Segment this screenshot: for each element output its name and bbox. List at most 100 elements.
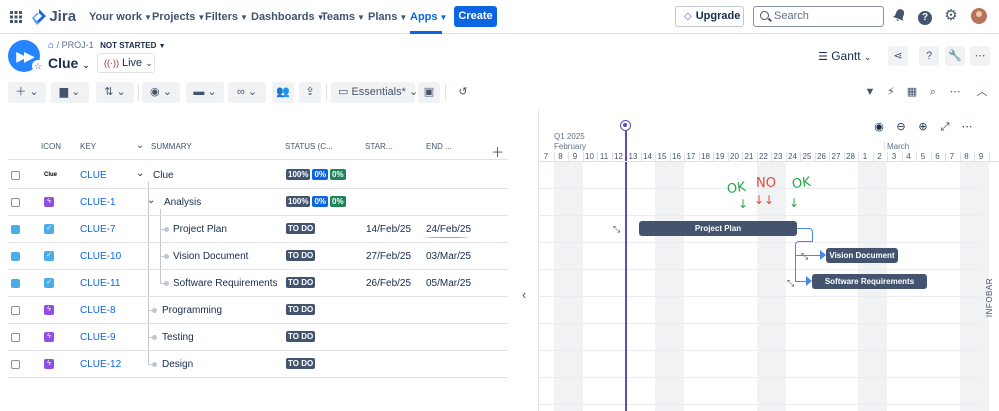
start-date[interactable]: 27/Feb/25	[366, 251, 411, 262]
issue-key[interactable]: CLUE-7	[80, 224, 116, 235]
issue-key[interactable]: CLUE-8	[80, 305, 116, 316]
project-title[interactable]: Clue ⌄	[48, 55, 90, 71]
gantt-bar-project-plan[interactable]: Project Plan	[639, 221, 797, 236]
expand-chevron-icon[interactable]: ⌄	[147, 195, 155, 206]
table-row[interactable]: ϟ CLUE-9 Testing TO DO	[8, 324, 508, 351]
issue-summary[interactable]: Testing	[162, 332, 194, 343]
folder-button[interactable]: ▆ ⌄	[51, 82, 89, 103]
infobar-tab[interactable]: INFOBAR	[985, 278, 994, 317]
nav-teams[interactable]: Teams ▼	[321, 0, 365, 34]
help-button[interactable]: ?	[919, 46, 939, 66]
find-button[interactable]: ⌕	[923, 82, 943, 103]
dependency-line[interactable]	[795, 254, 796, 282]
row-checkbox[interactable]	[11, 252, 20, 261]
nav-plans[interactable]: Plans ▼	[368, 0, 407, 34]
drag-handle-icon[interactable]: ⤡	[613, 224, 620, 235]
row-checkbox[interactable]	[11, 360, 20, 369]
issue-key[interactable]: CLUE-12	[80, 359, 121, 370]
view-dropdown[interactable]: ▭ Essentials* ⌄	[331, 82, 418, 103]
column-end[interactable]: END ...	[426, 142, 452, 151]
end-date[interactable]: 05/Mar/25	[426, 278, 471, 289]
help-icon[interactable]: ?	[917, 8, 933, 25]
issue-summary[interactable]: Programming	[162, 305, 222, 316]
table-row[interactable]: ϟ CLUE-8 Programming TO DO	[8, 297, 508, 324]
nav-filters[interactable]: Filters ▼	[205, 0, 248, 34]
issue-key[interactable]: CLUE-11	[80, 278, 120, 289]
visibility-button[interactable]: ◉ ⌄	[142, 82, 180, 103]
team-button[interactable]: 👥	[272, 82, 294, 103]
more-icon[interactable]: ⋯	[970, 46, 990, 66]
app-switcher-icon[interactable]	[10, 11, 22, 23]
end-date[interactable]: 24/Feb/25	[426, 224, 471, 235]
issue-summary[interactable]: Project Plan	[173, 224, 227, 235]
issue-key[interactable]: CLUE-10	[80, 251, 121, 262]
row-checkbox[interactable]	[11, 171, 20, 180]
expand-chevron-icon[interactable]: ⌄	[136, 168, 144, 179]
link-button[interactable]: ∞ ⌄	[228, 82, 266, 103]
filter-button[interactable]: ▼	[860, 82, 880, 103]
upgrade-button[interactable]: ◇ Upgrade	[675, 6, 744, 27]
dependency-line[interactable]	[795, 241, 813, 255]
gantt-bar-vision-document[interactable]: Vision Document	[826, 248, 898, 263]
view-selector[interactable]: ☰ Gantt ⌄	[818, 46, 878, 66]
row-checkbox[interactable]	[11, 306, 20, 315]
zoom-in-icon[interactable]: ⊕	[914, 118, 932, 136]
start-date[interactable]: 14/Feb/25	[366, 224, 411, 235]
table-row[interactable]: ϟ CLUE-1 ⌄ Analysis 100% 0% 0%	[8, 189, 508, 216]
table-row[interactable]: ✓ CLUE-7 Project Plan TO DO 14/Feb/25 24…	[8, 216, 508, 243]
collapse-toolbar-button[interactable]: ︿	[972, 82, 992, 103]
row-checkbox[interactable]	[11, 198, 20, 207]
table-row[interactable]: Clue CLUE ⌄ Clue 100% 0% 0%	[8, 162, 508, 189]
project-status-dropdown[interactable]: NOT STARTED ▼	[100, 41, 165, 50]
table-row[interactable]: ϟ CLUE-12 Design TO DO	[8, 351, 508, 378]
automation-button[interactable]: ⚡	[881, 82, 901, 103]
notifications-icon[interactable]	[891, 8, 907, 24]
issue-summary[interactable]: Clue	[153, 170, 174, 181]
settings-gear-icon[interactable]: ⚙	[943, 8, 959, 24]
issue-summary[interactable]: Analysis	[164, 197, 201, 208]
star-icon[interactable]: ☆	[32, 60, 44, 72]
more-icon[interactable]: ⋯	[958, 118, 976, 136]
create-button[interactable]: Create	[454, 6, 497, 27]
row-checkbox[interactable]	[11, 333, 20, 342]
collapse-all-icon[interactable]: ⌄	[136, 140, 144, 151]
column-start[interactable]: STAR...	[365, 142, 392, 151]
jira-logo[interactable]: Jira	[32, 8, 76, 26]
save-view-button[interactable]: ▣	[418, 82, 440, 103]
home-icon[interactable]: ⌂	[48, 40, 54, 51]
issue-summary[interactable]: Vision Document	[173, 251, 248, 262]
dependency-line[interactable]	[795, 255, 822, 256]
export-button[interactable]: ⇪	[299, 82, 321, 103]
search-input[interactable]: Search	[753, 6, 884, 27]
user-avatar[interactable]	[971, 8, 987, 24]
column-status[interactable]: STATUS (C...	[285, 142, 333, 151]
issue-key[interactable]: CLUE	[80, 170, 107, 181]
dependency-line[interactable]	[797, 228, 813, 242]
sort-button[interactable]: ⇅ ⌄	[96, 82, 134, 103]
wrench-icon[interactable]: 🔧	[945, 46, 965, 66]
nav-apps[interactable]: Apps ▼	[410, 0, 447, 34]
nav-projects[interactable]: Projects ▼	[152, 0, 205, 34]
gantt-bar-software-requirements[interactable]: Software Requirements	[812, 274, 927, 289]
target-icon[interactable]: ◉	[870, 118, 888, 136]
issue-key[interactable]: CLUE-1	[80, 197, 116, 208]
share-icon[interactable]: ⋖	[888, 46, 908, 66]
add-column-button[interactable]: ＋	[491, 142, 504, 161]
column-summary[interactable]: SUMMARY	[151, 142, 192, 151]
today-marker-icon[interactable]	[620, 120, 631, 131]
drag-handle-icon[interactable]: ⤡	[787, 278, 794, 289]
nav-dashboards[interactable]: Dashboards ▼	[251, 0, 325, 34]
row-checkbox[interactable]	[11, 225, 20, 234]
issue-summary[interactable]: Design	[162, 359, 193, 370]
undo-button[interactable]: ↺	[452, 82, 474, 103]
row-checkbox[interactable]	[11, 279, 20, 288]
issue-summary[interactable]: Software Requirements	[173, 278, 278, 289]
table-row[interactable]: ✓ CLUE-10 Vision Document TO DO 27/Feb/2…	[8, 243, 508, 270]
layout-button[interactable]: ▬ ⌄	[186, 82, 224, 103]
add-button[interactable]: ＋ ⌄	[8, 82, 46, 103]
issue-key[interactable]: CLUE-9	[80, 332, 116, 343]
project-avatar[interactable]: ▶▶ ☆	[8, 40, 44, 72]
live-toggle-button[interactable]: ((·)) Live ⌄	[97, 53, 155, 73]
nav-your-work[interactable]: Your work ▼	[89, 0, 152, 34]
end-date[interactable]: 03/Mar/25	[426, 251, 471, 262]
